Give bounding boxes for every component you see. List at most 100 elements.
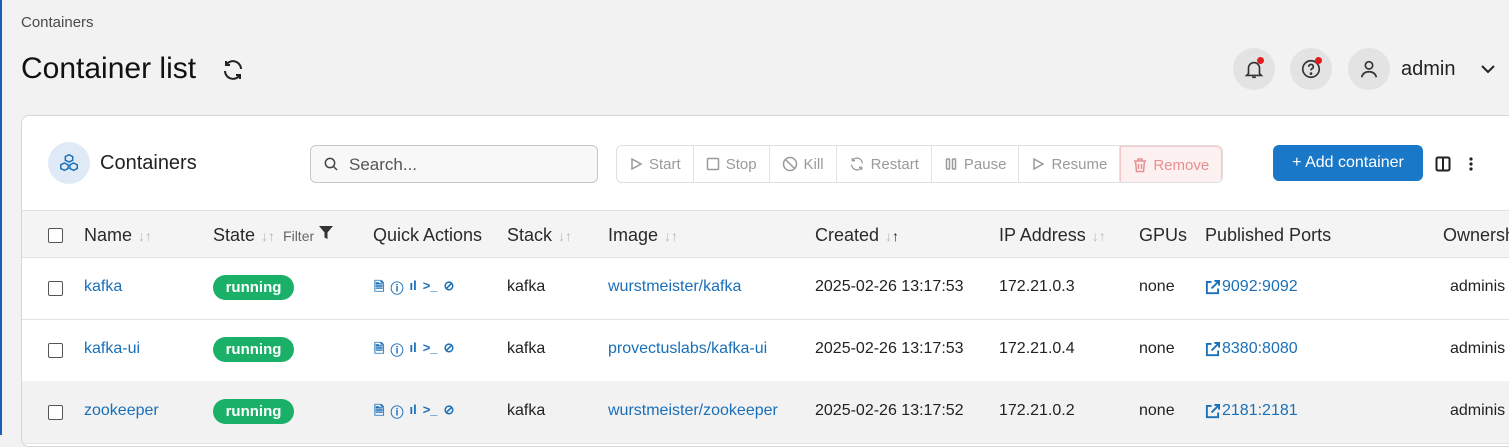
ownership-cell: adminis: [1450, 278, 1506, 295]
port-label: 8380:8080: [1222, 340, 1298, 357]
breadcrumb[interactable]: Containers: [21, 14, 94, 31]
notification-dot: [1257, 57, 1264, 64]
col-name[interactable]: Name ↓↑: [84, 225, 152, 246]
port-label: 2181:2181: [1222, 402, 1298, 419]
quick-actions: 🗎 ⓘ ıl >_ ⊘: [374, 402, 454, 424]
play-icon: [631, 157, 643, 171]
gpus-cell: none: [1139, 278, 1175, 295]
ownership-cell: adminis: [1450, 340, 1506, 357]
help-button[interactable]: [1290, 48, 1332, 90]
status-badge: running: [213, 275, 294, 300]
chevron-down-icon[interactable]: [1480, 62, 1496, 76]
ip-cell: 172.21.0.4: [999, 340, 1075, 357]
ip-cell: 172.21.0.2: [999, 402, 1075, 419]
resume-button[interactable]: Resume: [1019, 146, 1121, 182]
info-icon[interactable]: ⓘ: [390, 340, 403, 362]
col-ip-label: IP Address: [999, 225, 1086, 245]
container-name-link[interactable]: kafka-ui: [84, 340, 140, 358]
image-link[interactable]: provectuslabs/kafka-ui: [608, 340, 767, 358]
search-box[interactable]: [310, 145, 598, 183]
container-name-link[interactable]: zookeeper: [84, 402, 159, 420]
kill-button[interactable]: Kill: [770, 146, 837, 182]
status-badge: running: [213, 399, 294, 424]
col-image-label: Image: [608, 225, 659, 245]
page-title: Container list: [21, 52, 197, 85]
sort-icon: ↓↑: [1091, 228, 1106, 244]
add-container-label: + Add container: [1292, 154, 1404, 171]
card-title: Containers: [100, 152, 197, 174]
sort-icon: ↓: [885, 228, 893, 244]
search-input[interactable]: [347, 153, 591, 177]
published-port-link[interactable]: 2181:2181: [1205, 402, 1298, 420]
stats-icon[interactable]: ıl: [409, 402, 416, 424]
row-checkbox[interactable]: [48, 405, 63, 420]
gpus-cell: none: [1139, 340, 1175, 357]
console-icon[interactable]: >_: [423, 340, 438, 362]
kebab-menu-icon[interactable]: [1469, 156, 1473, 172]
stack-cell: kafka: [507, 278, 546, 295]
quick-actions: 🗎 ⓘ ıl >_ ⊘: [374, 278, 454, 300]
stats-icon[interactable]: ıl: [409, 340, 416, 362]
stop-icon: [706, 157, 719, 171]
attach-icon[interactable]: ⊘: [444, 402, 455, 424]
container-actions: Start Stop Kill Restart Pause Resume Rem…: [616, 145, 1224, 183]
row-checkbox[interactable]: [48, 343, 63, 358]
restart-icon: [850, 157, 863, 171]
col-state[interactable]: State ↓↑ Filter: [213, 225, 334, 246]
published-port-link[interactable]: 9092:9092: [1205, 278, 1298, 296]
state-filter[interactable]: Filter: [283, 226, 334, 244]
col-stack[interactable]: Stack ↓↑: [507, 225, 572, 246]
info-icon[interactable]: ⓘ: [390, 278, 403, 300]
kill-label: Kill: [803, 155, 824, 173]
logs-icon[interactable]: 🗎: [374, 278, 384, 300]
help-dot: [1315, 57, 1322, 64]
start-label: Start: [649, 155, 681, 173]
table-row: kafka-ui running 🗎 ⓘ ıl >_ ⊘ kafka provectus…: [22, 319, 1509, 382]
resume-label: Resume: [1051, 155, 1108, 173]
attach-icon[interactable]: ⊘: [444, 340, 455, 362]
columns-icon[interactable]: [1435, 156, 1451, 172]
remove-button[interactable]: Remove: [1120, 146, 1223, 182]
logs-icon[interactable]: 🗎: [374, 340, 384, 362]
published-port-link[interactable]: 8380:8080: [1205, 340, 1298, 358]
add-container-button[interactable]: + Add container: [1273, 145, 1423, 181]
container-name-link[interactable]: kafka: [84, 278, 122, 296]
col-created-label: Created: [815, 225, 880, 245]
attach-icon[interactable]: ⊘: [444, 278, 455, 300]
sort-icon: ↓↑: [664, 228, 679, 244]
col-name-label: Name: [84, 225, 133, 245]
logs-icon[interactable]: 🗎: [374, 402, 384, 424]
created-cell: 2025-02-26 13:17:53: [815, 278, 964, 295]
image-link[interactable]: wurstmeister/zookeeper: [608, 402, 778, 420]
sort-icon: ↓↑: [138, 228, 153, 244]
notifications-button[interactable]: [1233, 48, 1275, 90]
external-link-icon: [1205, 403, 1220, 418]
stats-icon[interactable]: ıl: [409, 278, 416, 300]
port-label: 9092:9092: [1222, 278, 1298, 295]
col-ip[interactable]: IP Address ↓↑: [999, 225, 1106, 246]
status-badge: running: [213, 337, 294, 362]
restart-button[interactable]: Restart: [837, 146, 932, 182]
left-accent-bar: [0, 0, 2, 435]
console-icon[interactable]: >_: [423, 278, 438, 300]
trash-icon: [1134, 158, 1147, 173]
select-all-checkbox[interactable]: [48, 228, 63, 243]
start-button[interactable]: Start: [617, 146, 694, 182]
info-icon[interactable]: ⓘ: [390, 402, 403, 424]
console-icon[interactable]: >_: [423, 402, 438, 424]
col-created[interactable]: Created ↓↑: [815, 225, 899, 246]
containers-card: Containers Start Stop Kill Restart Pause…: [21, 115, 1509, 447]
stop-button[interactable]: Stop: [694, 146, 770, 182]
external-link-icon: [1205, 341, 1220, 356]
col-stack-label: Stack: [507, 225, 553, 245]
external-link-icon: [1205, 279, 1220, 294]
state-filter-label: Filter: [283, 228, 315, 244]
row-checkbox[interactable]: [48, 281, 63, 296]
col-image[interactable]: Image ↓↑: [608, 225, 678, 246]
user-menu-button[interactable]: [1348, 48, 1390, 90]
username[interactable]: admin: [1401, 58, 1455, 81]
ip-cell: 172.21.0.3: [999, 278, 1075, 295]
pause-button[interactable]: Pause: [932, 146, 1020, 182]
refresh-icon[interactable]: [221, 58, 245, 82]
image-link[interactable]: wurstmeister/kafka: [608, 278, 741, 296]
